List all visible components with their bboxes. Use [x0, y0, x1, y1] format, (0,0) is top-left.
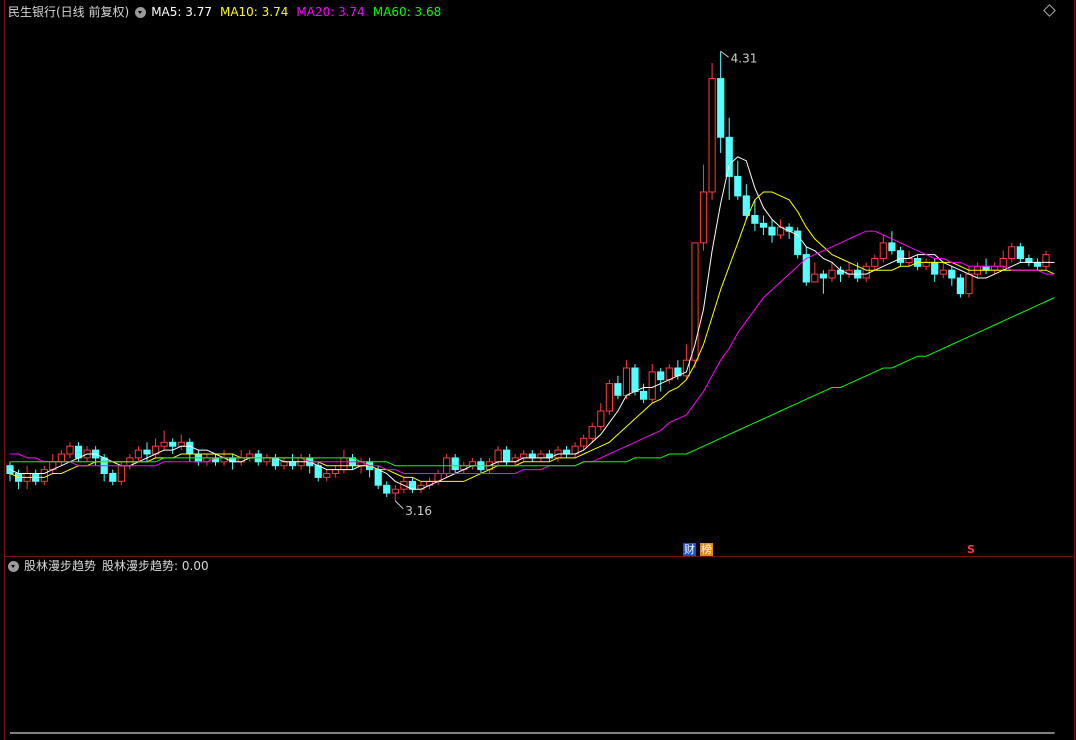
candle — [143, 449, 151, 455]
candle — [1033, 261, 1042, 267]
candle — [622, 367, 631, 396]
candle — [905, 258, 913, 263]
candle — [263, 457, 271, 463]
candle — [948, 269, 956, 279]
candle — [331, 469, 339, 475]
candle — [614, 383, 622, 396]
candle — [391, 488, 399, 494]
candle — [340, 457, 348, 471]
candle — [939, 269, 947, 275]
candle — [725, 136, 733, 177]
candle — [657, 371, 665, 381]
kline-chart[interactable]: 4.31 3.16 — [0, 0, 1076, 740]
candle — [177, 441, 185, 447]
high-pointer — [720, 50, 729, 58]
candle — [74, 445, 83, 459]
candle — [922, 261, 930, 267]
candle — [742, 195, 750, 216]
candle — [768, 226, 776, 236]
candle — [246, 453, 254, 459]
candle — [323, 473, 331, 478]
candle — [537, 453, 545, 459]
candle — [186, 441, 194, 455]
candle — [708, 78, 716, 193]
candle — [640, 390, 648, 400]
candle — [280, 461, 288, 467]
candle — [699, 191, 708, 244]
finance-marker[interactable]: 财 — [683, 543, 696, 556]
candle — [1025, 258, 1033, 263]
candle — [759, 222, 768, 228]
candle — [597, 410, 605, 428]
candle — [717, 78, 725, 138]
candle — [374, 469, 382, 486]
candle — [631, 367, 639, 392]
candle — [828, 269, 836, 279]
ma10-line — [9, 191, 1055, 482]
candle — [109, 473, 117, 482]
candle — [66, 445, 74, 455]
ma60-line — [10, 297, 1055, 467]
candle — [982, 265, 990, 271]
candle — [289, 461, 297, 467]
candle — [117, 465, 125, 482]
candle — [580, 437, 588, 447]
candle — [682, 359, 690, 377]
low-label: 3.16 — [405, 504, 432, 518]
candle — [931, 261, 939, 275]
candle — [383, 484, 391, 494]
ma5-line — [9, 156, 1055, 490]
candle — [896, 250, 905, 263]
candle — [562, 449, 571, 455]
candle — [888, 242, 896, 252]
low-pointer — [394, 500, 404, 510]
high-label: 4.31 — [731, 51, 758, 65]
candle — [494, 449, 502, 463]
s-marker[interactable]: S — [966, 543, 976, 556]
list-marker[interactable]: 榜 — [700, 543, 713, 556]
candle — [1008, 246, 1016, 260]
candle — [665, 367, 673, 381]
candle — [811, 273, 819, 283]
candle — [956, 277, 964, 295]
candle — [1042, 254, 1050, 267]
candle — [871, 258, 879, 267]
candle — [965, 273, 973, 295]
candle — [879, 242, 887, 259]
candle — [40, 469, 48, 482]
candle — [605, 383, 613, 412]
candle — [503, 449, 511, 463]
candle — [134, 449, 143, 459]
candle — [314, 465, 322, 478]
candle — [160, 441, 168, 447]
candle — [528, 453, 536, 459]
candle — [588, 426, 596, 439]
candle — [520, 453, 528, 459]
candle — [451, 457, 459, 471]
candle — [751, 215, 759, 224]
candle — [999, 258, 1007, 267]
candle — [57, 453, 65, 463]
candle — [169, 441, 177, 447]
candle — [648, 371, 656, 400]
candle — [991, 265, 999, 271]
candle — [1016, 246, 1024, 260]
candle — [468, 461, 476, 467]
candle — [862, 265, 870, 279]
candle — [734, 175, 742, 197]
candle — [819, 273, 827, 279]
